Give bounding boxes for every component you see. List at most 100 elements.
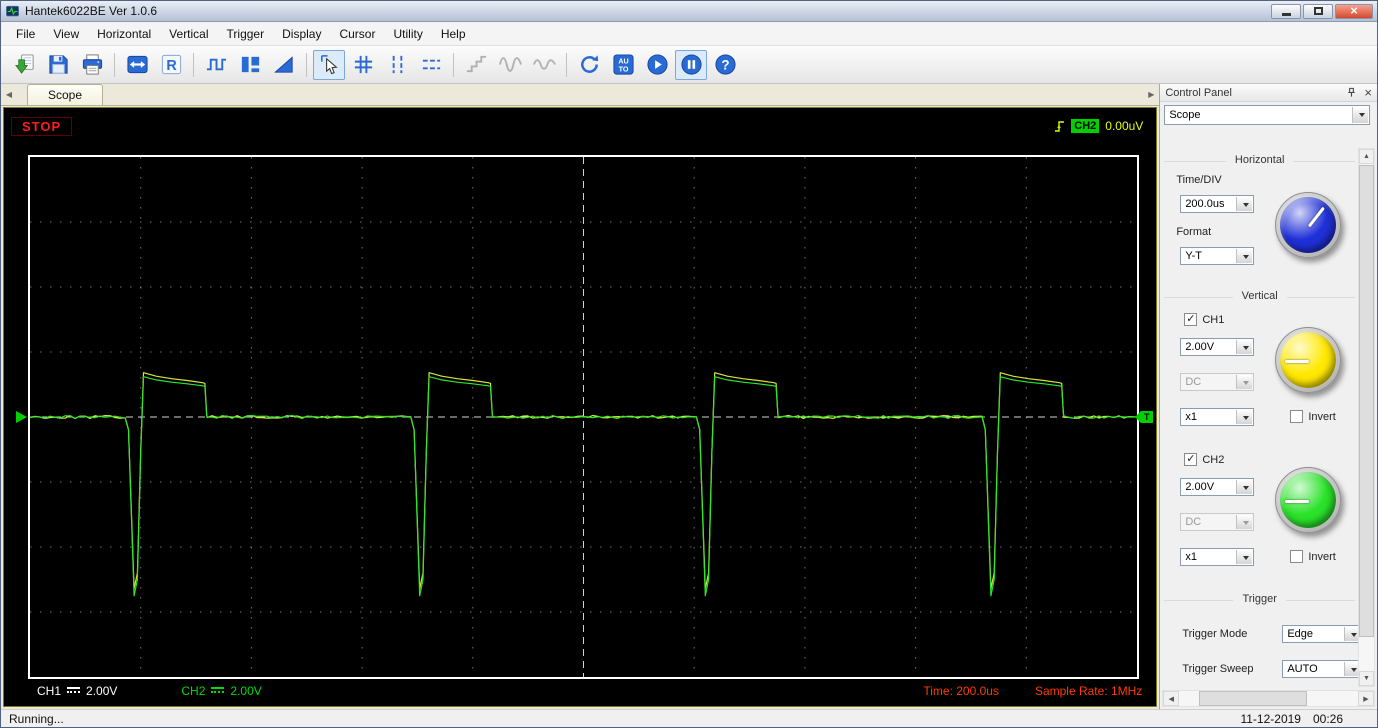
trigger-sweep-value: AUTO <box>1287 663 1318 675</box>
maximize-button[interactable] <box>1303 3 1333 19</box>
pin-icon[interactable] <box>1346 87 1357 98</box>
start-icon <box>646 53 669 76</box>
format-select[interactable]: Y-T <box>1180 247 1255 265</box>
ch2-probe-select[interactable]: x1 <box>1180 548 1255 566</box>
ch2-coupling-value: DC <box>1185 516 1202 528</box>
tab-scope[interactable]: Scope <box>27 84 104 105</box>
pause-button[interactable] <box>675 49 707 80</box>
ch1-position-knob[interactable] <box>1275 327 1342 393</box>
save-waveform-icon <box>47 53 70 76</box>
tab-scroll-right-button[interactable]: ▶ <box>1143 83 1159 105</box>
start-button[interactable] <box>641 50 673 80</box>
cursor-select-button[interactable] <box>313 49 345 80</box>
refresh-button[interactable] <box>573 50 605 80</box>
open-waveform-button[interactable] <box>8 50 40 80</box>
trigger-sweep-select[interactable]: AUTO <box>1282 660 1363 678</box>
toolbar-separator <box>114 52 115 77</box>
close-button[interactable]: × <box>1335 3 1373 19</box>
tabbar: ◀ Scope ▶ <box>1 83 1160 106</box>
ch1-enable-checkbox[interactable]: ✓ CH1 <box>1184 313 1224 326</box>
pause-icon <box>680 53 703 76</box>
waveform-display[interactable] <box>28 155 1139 679</box>
auto-set-button[interactable] <box>607 50 639 80</box>
help-button[interactable] <box>709 50 741 80</box>
menu-vertical[interactable]: Vertical <box>160 24 217 44</box>
tab-scope-label: Scope <box>48 88 83 102</box>
minimize-icon <box>1281 12 1291 16</box>
reference-r-button[interactable] <box>155 50 187 80</box>
vertical-cursors-button[interactable] <box>381 50 413 80</box>
sine-wave-icon <box>499 53 522 76</box>
ch1-coupling-icon <box>67 687 81 695</box>
menu-utility[interactable]: Utility <box>384 24 431 44</box>
trigger-mode-select[interactable]: Edge <box>1282 625 1363 643</box>
panel-horizontal-scrollbar[interactable]: ◀ ▶ <box>1162 690 1375 707</box>
ramp-wave-button[interactable] <box>268 50 300 80</box>
ch1-probe-select[interactable]: x1 <box>1180 408 1255 426</box>
square-wave-button[interactable] <box>200 50 232 80</box>
help-icon <box>714 53 737 76</box>
step-wave-icon <box>465 53 488 76</box>
scope-bottom-bar: CH1 2.00V CH2 2.00V Time: 200.0us Sample… <box>28 682 1142 700</box>
cross-cursor-button[interactable] <box>347 50 379 80</box>
panel-vertical-scrollbar[interactable]: ▲ ▼ <box>1358 148 1375 687</box>
menu-trigger[interactable]: Trigger <box>218 24 274 44</box>
ch1-checkbox-icon: ✓ <box>1184 313 1198 326</box>
control-panel: Control Panel × Scope Horizontal Time/DI… <box>1159 84 1377 709</box>
sine-wave-button <box>494 50 526 80</box>
horizontal-knob[interactable] <box>1275 192 1342 258</box>
vertical-cursors-icon <box>386 53 409 76</box>
ch2-probe-value: x1 <box>1185 551 1197 563</box>
panel-mode-select[interactable]: Scope <box>1164 105 1371 125</box>
time-per-div-readout: Time: 200.0us <box>923 684 999 698</box>
ch2-invert-checkbox[interactable]: Invert <box>1290 550 1336 563</box>
status-message: Running... <box>9 711 64 726</box>
menu-cursor[interactable]: Cursor <box>330 24 384 44</box>
ch2-knob-pointer <box>1285 499 1310 503</box>
channel-position-marker[interactable] <box>16 411 27 423</box>
horizontal-scroll-track[interactable] <box>1179 691 1358 706</box>
scroll-up-button[interactable]: ▲ <box>1359 149 1374 164</box>
tab-scroll-left-button[interactable]: ◀ <box>1 83 17 105</box>
save-waveform-button[interactable] <box>42 50 74 80</box>
section-trigger-title: Trigger <box>1164 593 1355 605</box>
scroll-left-button[interactable]: ◀ <box>1163 691 1180 706</box>
menu-display[interactable]: Display <box>273 24 330 44</box>
trigger-sweep-label: Trigger Sweep <box>1182 663 1254 675</box>
ch1-invert-checkbox[interactable]: Invert <box>1290 410 1336 423</box>
menu-view[interactable]: View <box>44 24 88 44</box>
ch2-coupling-select: DC <box>1180 513 1255 531</box>
window-controls: × <box>1271 3 1373 19</box>
status-date: 11-12-2019 <box>1240 711 1301 726</box>
ch1-volts-select[interactable]: 2.00V <box>1180 338 1255 356</box>
fit-horizontal-button[interactable] <box>121 50 153 80</box>
refresh-icon <box>578 53 601 76</box>
ch2-position-knob[interactable] <box>1275 467 1342 533</box>
cursor-select-icon <box>318 53 341 76</box>
time-div-select[interactable]: 200.0us <box>1180 195 1255 213</box>
ch2-volts-select[interactable]: 2.00V <box>1180 478 1255 496</box>
ch2-checkbox-icon: ✓ <box>1184 453 1198 466</box>
toolbar <box>1 46 1377 84</box>
format-value: Y-T <box>1185 250 1203 262</box>
menu-file[interactable]: File <box>7 24 44 44</box>
ch1-invert-label: Invert <box>1308 410 1336 423</box>
minimize-button[interactable] <box>1271 3 1301 19</box>
ch2-enable-checkbox[interactable]: ✓ CH2 <box>1184 453 1224 466</box>
toolbar-separator <box>453 52 454 77</box>
scroll-right-button[interactable]: ▶ <box>1358 691 1374 706</box>
scroll-down-button[interactable]: ▼ <box>1359 671 1374 686</box>
horizontal-cursors-button[interactable] <box>415 50 447 80</box>
menu-horizontal[interactable]: Horizontal <box>88 24 160 44</box>
menu-help[interactable]: Help <box>432 24 475 44</box>
vertical-scroll-thumb[interactable] <box>1359 165 1374 637</box>
horizontal-scroll-thumb[interactable] <box>1199 691 1308 706</box>
toolbar-separator <box>306 52 307 77</box>
ch2-volts-value: 2.00V <box>1185 481 1215 493</box>
ramp-wave-icon <box>273 53 296 76</box>
print-button[interactable] <box>76 50 108 80</box>
trigger-position-marker[interactable]: T <box>1135 411 1153 423</box>
time-div-label: Time/DIV <box>1176 174 1222 186</box>
panel-close-icon[interactable]: × <box>1364 86 1372 99</box>
level-bars-button[interactable] <box>234 50 266 80</box>
